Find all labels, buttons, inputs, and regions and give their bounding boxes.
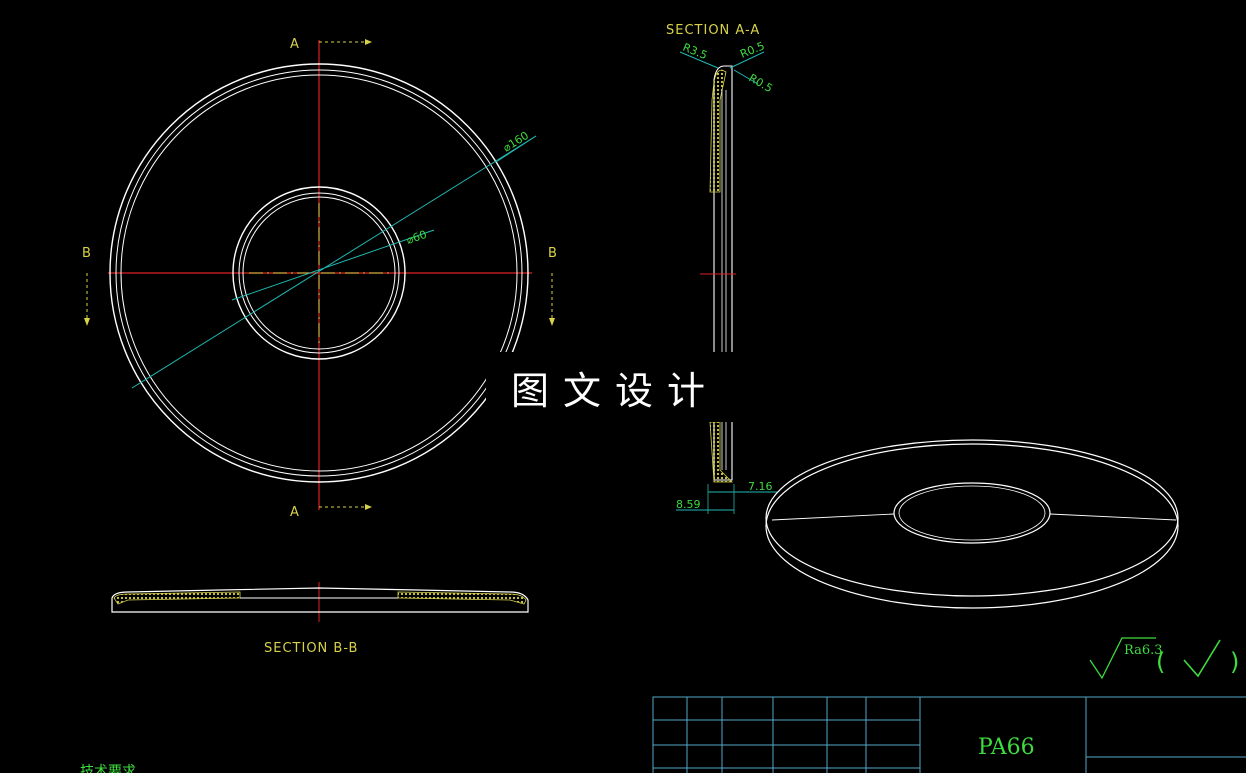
front-view: ⌀160 ⌀60 A A B B [82,37,558,520]
section-bb-view: SECTION B-B [111,582,529,656]
section-mark-bottom: A [290,505,300,520]
hatch-top [709,69,727,193]
dim-label-1: 8.59 [676,498,701,511]
section-arrow-bottom [365,504,372,510]
material-label: PA66 [978,735,1035,760]
inner-diameter-label: ⌀60 [405,228,429,247]
outer-diameter-label: ⌀160 [501,129,531,155]
roughness-paren-open: ( [1156,648,1165,676]
radius-label-3: R0.5 [747,71,775,95]
hatch-left [113,591,241,605]
section-mark-top: A [290,37,300,52]
dim-label-2: 7.16 [748,480,773,493]
roughness-paren-close: ) [1230,648,1239,676]
section-mark-right: B [548,246,558,261]
watermark: 图文设计 [486,352,744,422]
technical-requirements-heading: 技术要求 [80,764,136,773]
section-bb-title: SECTION B-B [264,641,358,656]
outer-diameter-leader [131,135,537,389]
iso-outer-ellipse [765,439,1179,597]
section-bb-outline [111,587,529,613]
isometric-view [765,439,1179,609]
roughness-check-small-icon [1183,639,1221,678]
roughness-symbol: Ra6.3 ( ) [1089,637,1239,680]
radius-label-1: R3.5 [681,41,709,62]
iso-inner-ellipse [893,482,1051,544]
hatch-bottom [709,421,733,483]
hatch-right [397,591,527,605]
section-aa-view: SECTION A-A R3.5 R0.5 R0.5 8.59 7.16 [666,23,778,514]
section-arrow-top [365,39,372,45]
section-mark-left: B [82,246,92,261]
section-arrow-left [84,318,90,326]
section-arrow-right [549,318,555,326]
title-block [652,696,1246,773]
watermark-text: 图文设计 [510,368,719,413]
section-aa-title: SECTION A-A [666,23,760,38]
cad-drawing: ⌀160 ⌀60 A A B B SECTION B-B SECTION A-A [0,0,1246,773]
